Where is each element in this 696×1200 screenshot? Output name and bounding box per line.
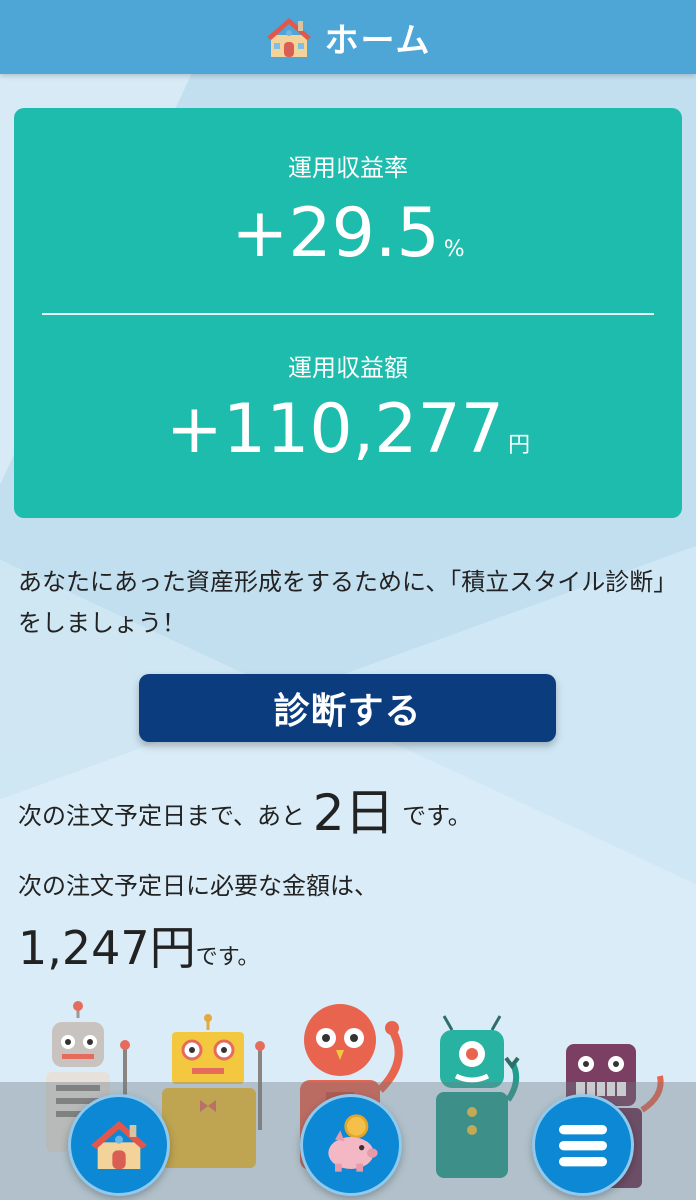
profit-rate-unit: %	[443, 237, 465, 262]
required-amount-unit: 円	[149, 921, 196, 975]
required-amount-value: 1,247	[18, 921, 150, 975]
days-until-order-line: 次の注文予定日まで、あと 2日 です。	[18, 773, 472, 845]
days-prefix: 次の注文予定日まで、あと	[18, 802, 306, 830]
profit-amount-unit: 円	[508, 433, 531, 458]
profit-rate-value: +29.5	[231, 194, 440, 273]
profit-rate-row: +29.5%	[14, 200, 682, 268]
profit-summary-card: 運用収益率 +29.5% 運用収益額 +110,277 円	[14, 108, 682, 518]
required-amount-suffix: です。	[195, 945, 260, 970]
required-amount-line: 1,247円です。	[18, 912, 260, 978]
days-suffix: です。	[402, 802, 472, 830]
profit-amount-value: +110,277	[165, 390, 505, 469]
card-divider	[42, 313, 654, 315]
piggy-bank-icon	[319, 1113, 383, 1177]
page-title: ホーム	[324, 20, 432, 61]
house-icon	[87, 1113, 151, 1177]
required-amount-label: 次の注文予定日に必要な金額は、	[18, 872, 378, 900]
header-title-group: ホーム	[265, 13, 432, 62]
profit-amount-row: +110,277 円	[14, 396, 682, 464]
days-unit: 日	[344, 784, 395, 842]
days-value: 2	[312, 784, 345, 842]
profit-amount-label: 運用収益額	[288, 354, 408, 382]
top-bar: ホーム	[0, 0, 696, 74]
nav-savings-button[interactable]	[300, 1094, 402, 1196]
profit-rate-label: 運用収益率	[288, 154, 408, 182]
nav-home-button[interactable]	[68, 1094, 170, 1196]
diagnose-button[interactable]: 診断する	[139, 674, 556, 742]
house-icon	[265, 13, 313, 61]
menu-icon	[551, 1113, 615, 1177]
diagnosis-intro-text: あなたにあった資産形成をするために、「積立スタイル診断」をしましょう！	[18, 568, 678, 638]
nav-menu-button[interactable]	[532, 1094, 634, 1196]
